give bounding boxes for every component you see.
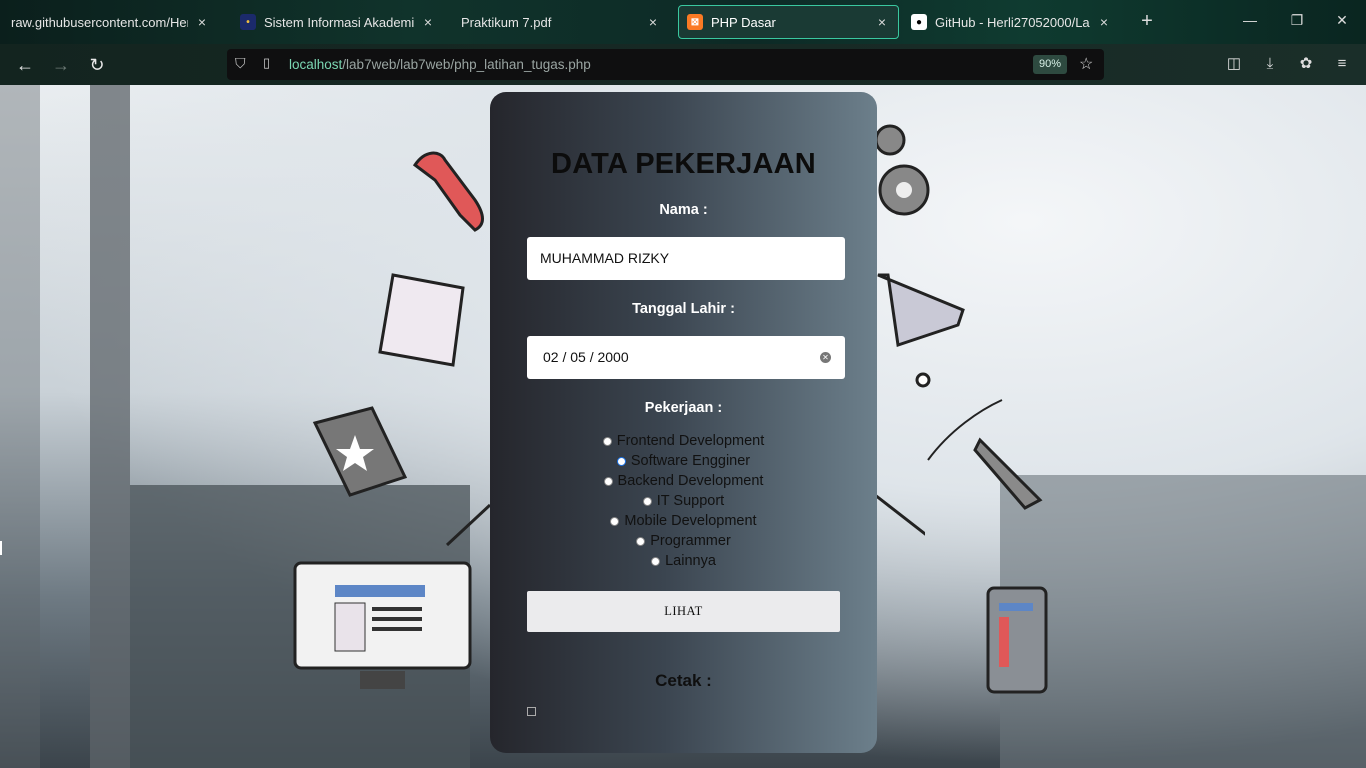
pocket-icon[interactable]: ◫	[1224, 54, 1244, 74]
edge-marker	[0, 541, 2, 555]
radio-option-it-support[interactable]: IT Support	[490, 491, 877, 511]
pekerjaan-radio-group: Frontend Development Software Engginer B…	[490, 431, 877, 571]
radio-option-programmer[interactable]: Programmer	[490, 531, 877, 551]
page-icon[interactable]: ▯	[263, 55, 270, 71]
download-icon[interactable]: ⤓	[1260, 54, 1280, 74]
tanggal-lahir-field[interactable]: 02 / 05 / 2000 ✕	[527, 336, 845, 379]
forward-icon[interactable]: →	[50, 54, 72, 76]
page-title: DATA PEKERJAAN	[551, 148, 816, 180]
nama-label: Nama :	[659, 202, 708, 218]
url-path: /lab7web/lab7web/php_latihan_tugas.php	[342, 57, 591, 72]
phone-illustration	[412, 151, 484, 232]
form-card: DATA PEKERJAAN Nama : Tanggal Lahir : 02…	[490, 92, 877, 753]
shield-icon[interactable]: ⛉	[235, 55, 251, 73]
radio-button-checked[interactable]	[616, 456, 626, 466]
radio-button[interactable]	[636, 536, 646, 546]
radio-button[interactable]	[642, 496, 652, 506]
tab-title: Sistem Informasi Akademik	[264, 14, 414, 30]
cetak-label: Cetak :	[655, 671, 712, 690]
zoom-level-badge[interactable]: 90%	[1033, 55, 1068, 74]
nama-input[interactable]	[540, 237, 820, 280]
back-icon[interactable]: ←	[14, 54, 36, 76]
radio-option-frontend[interactable]: Frontend Development	[490, 431, 877, 451]
url-host: localhost	[289, 57, 343, 72]
background-pillar	[0, 85, 40, 768]
siak-icon: •	[240, 14, 256, 30]
tab-title: GitHub - Herli27052000/Lab7W	[935, 14, 1090, 30]
restore-icon[interactable]: ❐	[1287, 12, 1307, 29]
minimize-icon[interactable]: —	[1240, 12, 1260, 28]
window-close-icon[interactable]: ✕	[1332, 12, 1352, 29]
radio-label: Backend Development	[617, 473, 764, 489]
radio-label: Frontend Development	[616, 433, 765, 449]
github-icon: ●	[911, 14, 927, 30]
tab-raw-github[interactable]: raw.githubusercontent.com/Herli27 ×	[3, 5, 218, 39]
reload-icon[interactable]: ↻	[86, 54, 108, 76]
url-text[interactable]: localhost/lab7web/lab7web/php_latihan_tu…	[289, 57, 591, 72]
mobile-illustration	[986, 586, 1048, 694]
tab-title: raw.githubusercontent.com/Herli27	[11, 14, 188, 30]
pekerjaan-label: Pekerjaan :	[644, 400, 723, 416]
new-tab-button[interactable]: +	[1137, 11, 1157, 32]
tab-strip: raw.githubusercontent.com/Herli27 × • Si…	[0, 0, 1366, 44]
gears-illustration	[874, 124, 930, 216]
radio-option-software-engginer[interactable]: Software Engginer	[490, 451, 877, 471]
background-pillar	[90, 85, 130, 768]
background-building	[1000, 475, 1366, 768]
tab-title: Praktikum 7.pdf	[461, 14, 552, 30]
radio-label: IT Support	[656, 493, 725, 509]
tab-github[interactable]: ● GitHub - Herli27052000/Lab7W ×	[903, 5, 1120, 39]
radio-button[interactable]	[651, 556, 661, 566]
radio-label: Mobile Development	[624, 513, 757, 529]
close-icon[interactable]: ×	[645, 14, 661, 30]
close-icon[interactable]: ×	[1096, 14, 1112, 30]
radio-label: Programmer	[650, 533, 731, 549]
star-badge-illustration	[312, 406, 408, 497]
radio-button[interactable]	[610, 516, 620, 526]
radio-option-lainnya[interactable]: Lainnya	[490, 551, 877, 571]
radio-button[interactable]	[602, 436, 612, 446]
radio-label: Software Engginer	[630, 453, 751, 469]
tab-title: PHP Dasar	[711, 14, 776, 30]
clear-date-icon[interactable]: ✕	[820, 352, 831, 363]
cart-illustration	[877, 273, 965, 388]
note-illustration	[378, 273, 465, 367]
tab-praktikum-pdf[interactable]: Praktikum 7.pdf ×	[453, 5, 669, 39]
pen-tool-illustration	[927, 399, 1043, 510]
menu-icon[interactable]: ≡	[1332, 54, 1352, 74]
radio-option-backend[interactable]: Backend Development	[490, 471, 877, 491]
radio-label: Lainnya	[665, 553, 716, 569]
tanggal-lahir-label: Tanggal Lahir :	[632, 301, 735, 317]
radio-option-mobile[interactable]: Mobile Development	[490, 511, 877, 531]
xampp-icon: ⊠	[687, 14, 703, 30]
close-icon[interactable]: ×	[194, 14, 210, 30]
close-icon[interactable]: ×	[420, 14, 436, 30]
star-icon[interactable]: ☆	[1079, 54, 1093, 74]
tab-php-dasar[interactable]: ⊠ PHP Dasar ×	[678, 5, 899, 39]
tanggal-lahir-value[interactable]: 02 / 05 / 2000	[543, 349, 629, 365]
close-icon[interactable]: ×	[874, 14, 890, 30]
page-viewport: DATA PEKERJAAN Nama : Tanggal Lahir : 02…	[0, 85, 1366, 768]
lihat-button[interactable]: LIHAT	[527, 591, 840, 632]
radio-button[interactable]	[603, 476, 613, 486]
address-bar[interactable]: ⛉ ▯ localhost/lab7web/lab7web/php_latiha…	[227, 49, 1104, 80]
nama-field[interactable]	[527, 237, 845, 280]
tab-sistem-informasi[interactable]: • Sistem Informasi Akademik ×	[232, 5, 444, 39]
broken-image-icon	[527, 707, 536, 716]
extensions-icon[interactable]: ✿	[1296, 54, 1316, 74]
